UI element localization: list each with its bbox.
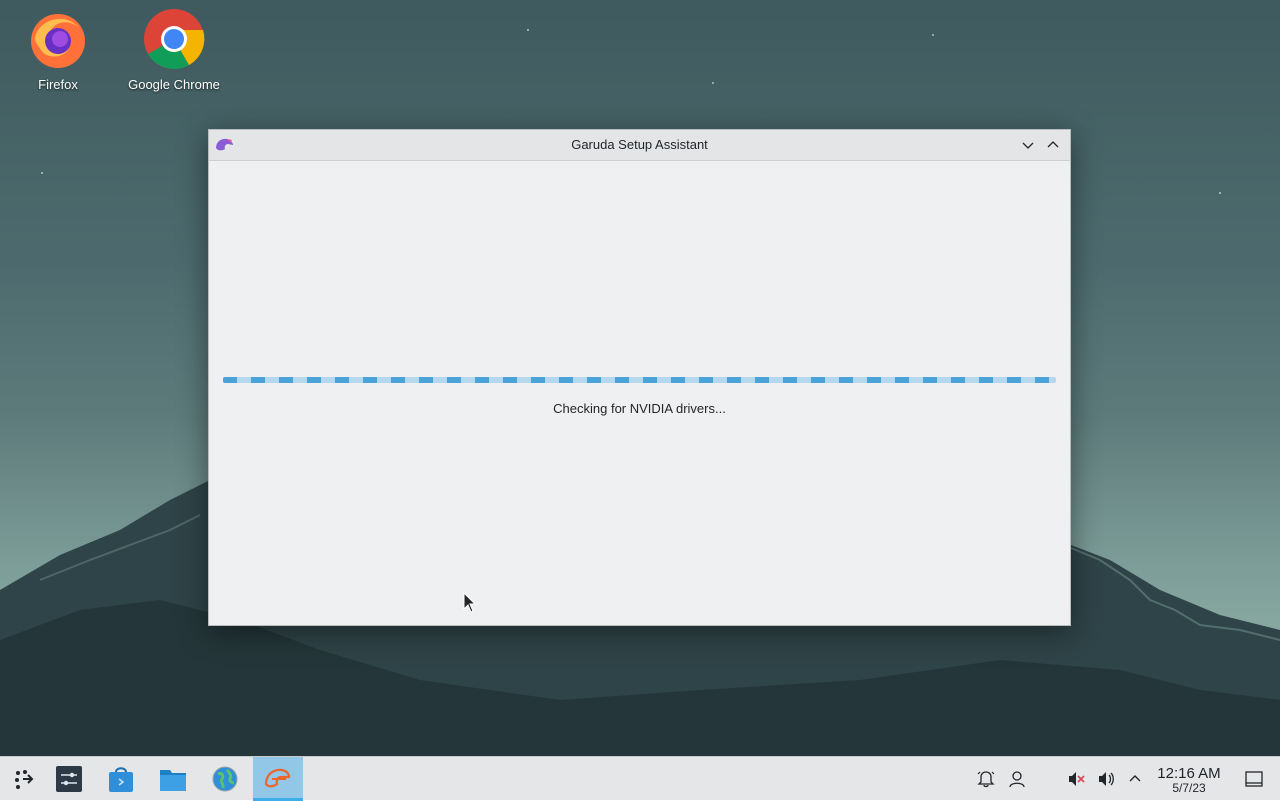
file-manager-icon bbox=[160, 770, 186, 791]
web-browser-icon bbox=[212, 766, 238, 792]
clock-date[interactable]: 5/7/23 bbox=[1146, 781, 1232, 795]
minimize-button[interactable] bbox=[1019, 136, 1037, 154]
star bbox=[527, 29, 529, 31]
expand-tray-icon[interactable] bbox=[1125, 769, 1145, 789]
star bbox=[932, 34, 934, 36]
taskbar-item-settings[interactable] bbox=[45, 757, 95, 801]
desktop-icon-label: Firefox bbox=[38, 77, 78, 92]
user-icon[interactable] bbox=[1007, 769, 1027, 789]
desktop-icon-firefox[interactable]: Firefox bbox=[3, 8, 113, 92]
taskbar-item-garuda-setup-assistant[interactable] bbox=[253, 757, 303, 801]
star bbox=[41, 172, 43, 174]
application-launcher-button[interactable] bbox=[0, 757, 50, 801]
settings-icon bbox=[56, 766, 82, 792]
taskbar-item-file-manager[interactable] bbox=[149, 757, 199, 801]
taskbar: 12:16 AM 5/7/23 bbox=[0, 756, 1280, 801]
status-message: Checking for NVIDIA drivers... bbox=[553, 401, 726, 416]
star bbox=[712, 82, 714, 84]
notifications-icon[interactable] bbox=[976, 769, 996, 789]
taskbar-item-software-store[interactable] bbox=[97, 757, 147, 801]
volume-icon[interactable] bbox=[1096, 769, 1116, 789]
chrome-icon bbox=[144, 9, 205, 70]
garuda-setup-assistant-icon bbox=[264, 768, 291, 788]
taskbar-item-web-browser[interactable] bbox=[201, 757, 251, 801]
progress-bar bbox=[223, 377, 1056, 383]
clock-time[interactable]: 12:16 AM bbox=[1146, 765, 1232, 782]
setup-assistant-window: Garuda Setup Assistant Checking for NVID… bbox=[208, 129, 1071, 626]
show-desktop-icon[interactable] bbox=[1244, 769, 1264, 789]
firefox-icon bbox=[31, 14, 85, 68]
window-title: Garuda Setup Assistant bbox=[571, 137, 708, 152]
maximize-button[interactable] bbox=[1044, 136, 1062, 154]
software-store-icon bbox=[109, 767, 133, 792]
window-titlebar[interactable]: Garuda Setup Assistant bbox=[209, 130, 1070, 161]
mouse-cursor-icon bbox=[463, 592, 477, 613]
application-launcher-icon bbox=[15, 770, 34, 789]
star bbox=[1219, 192, 1221, 194]
desktop-icon-label: Google Chrome bbox=[128, 77, 220, 92]
audio-muted-icon[interactable] bbox=[1066, 769, 1086, 789]
desktop-icon-google-chrome[interactable]: Google Chrome bbox=[119, 8, 229, 92]
